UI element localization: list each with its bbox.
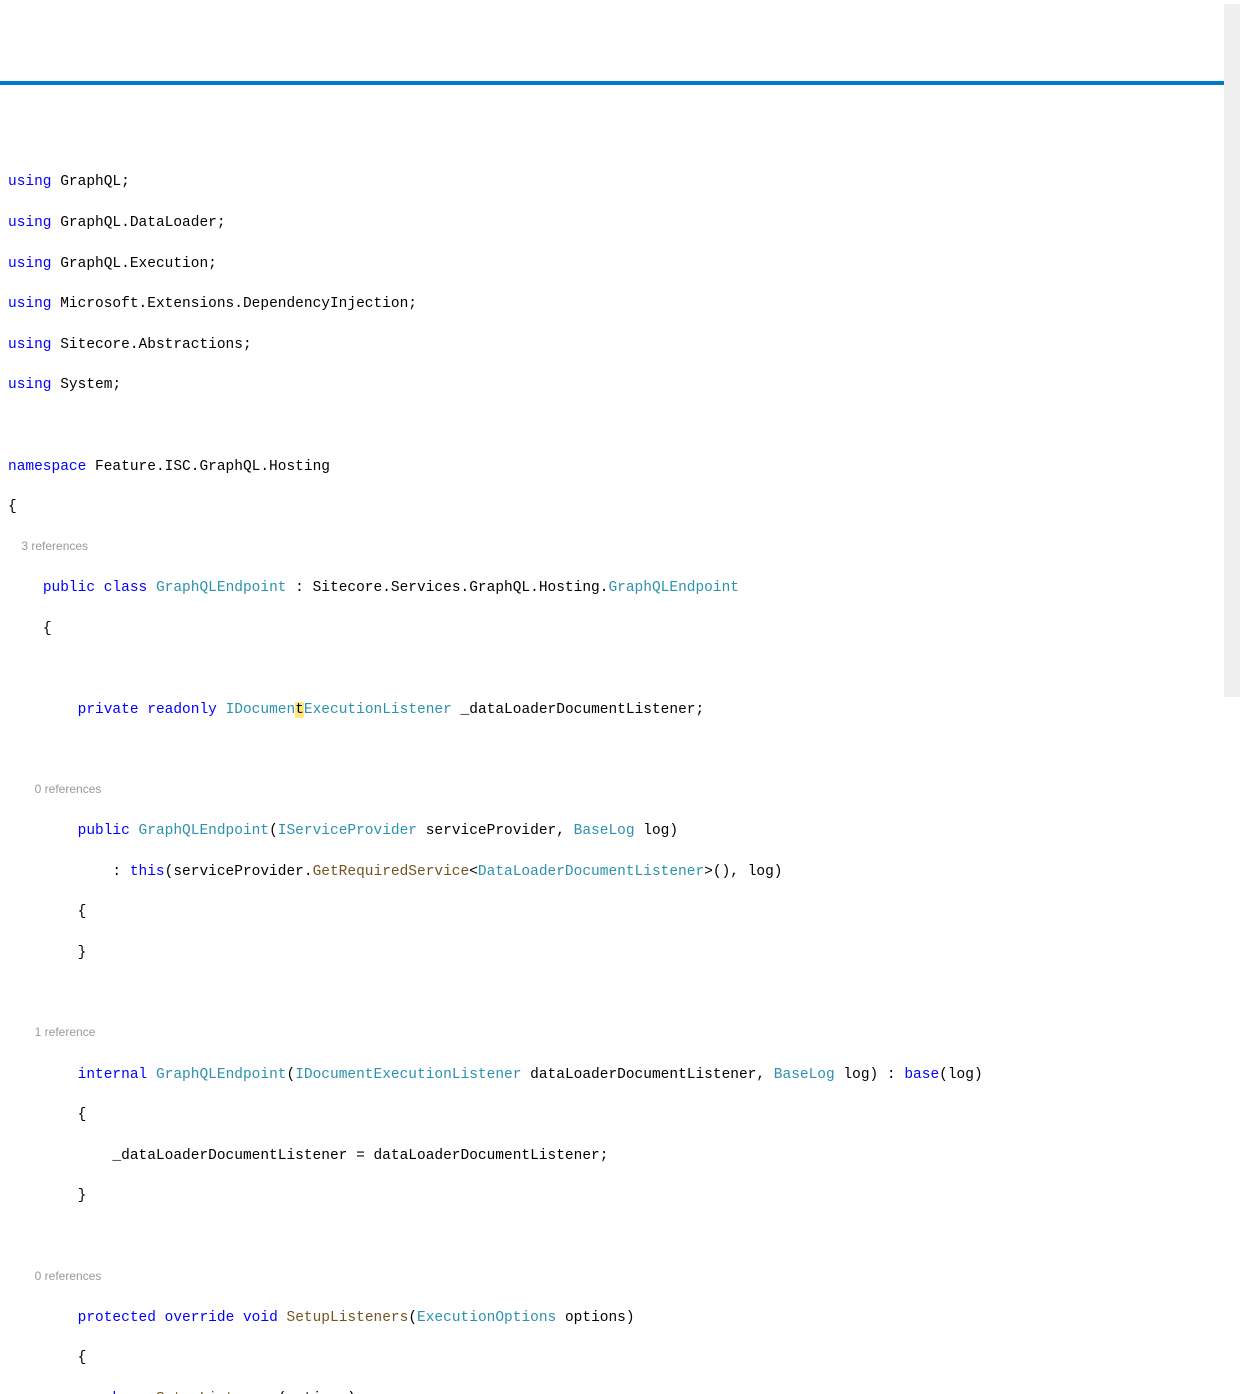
type-arg: DataLoaderDocumentListener <box>478 864 704 880</box>
blank-line <box>8 740 1240 760</box>
keyword-private: private <box>78 702 139 718</box>
namespace-name: Feature.ISC.GraphQL.Hosting <box>95 459 330 475</box>
type-ref: IDocumen <box>226 702 296 718</box>
code-line[interactable]: namespace Feature.ISC.GraphQL.Hosting <box>8 457 1240 477</box>
blank-line <box>8 1227 1240 1247</box>
namespace-ref: GraphQL <box>60 174 121 190</box>
code-line[interactable]: internal GraphQLEndpoint(IDocumentExecut… <box>8 1065 1240 1085</box>
codelens-references[interactable]: 0 references <box>8 781 1240 801</box>
type-ref: BaseLog <box>574 823 635 839</box>
blank-line <box>8 984 1240 1004</box>
param-name: dataLoaderDocumentListener <box>530 1067 756 1083</box>
keyword-using: using <box>8 377 52 393</box>
namespace-ref: System <box>60 377 112 393</box>
code-line[interactable]: private readonly IDocumentExecutionListe… <box>8 700 1240 720</box>
code-line[interactable]: { <box>8 619 1240 639</box>
code-line[interactable]: protected override void SetupListeners(E… <box>8 1308 1240 1328</box>
method-name: SetupListeners <box>287 1310 409 1326</box>
keyword-using: using <box>8 174 52 190</box>
code-line[interactable]: using Sitecore.Abstractions; <box>8 335 1240 355</box>
keyword-this: this <box>130 864 165 880</box>
param-ref: log <box>748 864 774 880</box>
code-line[interactable]: public class GraphQLEndpoint : Sitecore.… <box>8 578 1240 598</box>
code-line[interactable]: using System; <box>8 375 1240 395</box>
type-ref: IServiceProvider <box>278 823 417 839</box>
code-line[interactable]: public GraphQLEndpoint(IServiceProvider … <box>8 821 1240 841</box>
window-top-accent <box>0 81 1240 85</box>
param-ref: serviceProvider <box>173 864 304 880</box>
namespace-ref: GraphQL <box>60 215 121 231</box>
code-line[interactable]: } <box>8 1186 1240 1206</box>
blank-line <box>8 416 1240 436</box>
keyword-public: public <box>43 580 95 596</box>
param-name: log <box>643 823 669 839</box>
namespace-ref: Sitecore <box>60 337 130 353</box>
code-line[interactable]: } <box>8 943 1240 963</box>
code-line[interactable]: { <box>8 902 1240 922</box>
namespace-ref: GraphQL <box>60 256 121 272</box>
code-line[interactable]: using Microsoft.Extensions.DependencyInj… <box>8 294 1240 314</box>
keyword-public: public <box>78 823 130 839</box>
code-editor[interactable]: using GraphQL; using GraphQL.DataLoader;… <box>0 146 1240 1394</box>
codelens-references[interactable]: 0 references <box>8 1268 1240 1288</box>
keyword-protected: protected <box>78 1310 156 1326</box>
type-ref: ExecutionListener <box>304 702 452 718</box>
code-line[interactable]: using GraphQL.DataLoader; <box>8 213 1240 233</box>
keyword-void: void <box>243 1310 278 1326</box>
search-highlight: t <box>295 702 304 718</box>
keyword-override: override <box>165 1310 235 1326</box>
blank-line <box>8 659 1240 679</box>
constructor-name: GraphQLEndpoint <box>139 823 270 839</box>
method-call: SetupListeners <box>156 1391 278 1394</box>
code-line[interactable]: { <box>8 497 1240 517</box>
code-line[interactable]: using GraphQL; <box>8 172 1240 192</box>
keyword-base: base <box>904 1067 939 1083</box>
base-class-ns: Sitecore.Services.GraphQL.Hosting. <box>313 580 609 596</box>
code-line[interactable]: { <box>8 1105 1240 1125</box>
field-ref: _dataLoaderDocumentListener <box>112 1148 347 1164</box>
keyword-base: base <box>112 1391 147 1394</box>
field-name: _dataLoaderDocumentListener <box>461 702 696 718</box>
param-ref: options <box>286 1391 347 1394</box>
code-line[interactable]: base.SetupListeners(options); <box>8 1389 1240 1394</box>
param-name: log <box>843 1067 869 1083</box>
param-ref: log <box>948 1067 974 1083</box>
keyword-internal: internal <box>78 1067 148 1083</box>
keyword-using: using <box>8 215 52 231</box>
method-call: GetRequiredService <box>313 864 470 880</box>
type-ref: IDocumentExecutionListener <box>295 1067 521 1083</box>
base-class-name: GraphQLEndpoint <box>608 580 739 596</box>
code-line[interactable]: : this(serviceProvider.GetRequiredServic… <box>8 862 1240 882</box>
keyword-using: using <box>8 337 52 353</box>
class-name: GraphQLEndpoint <box>156 580 287 596</box>
type-ref: ExecutionOptions <box>417 1310 556 1326</box>
keyword-using: using <box>8 256 52 272</box>
keyword-class: class <box>104 580 148 596</box>
namespace-ref: Microsoft <box>60 296 138 312</box>
param-name: serviceProvider <box>426 823 557 839</box>
code-line[interactable]: { <box>8 1348 1240 1368</box>
codelens-references[interactable]: 1 reference <box>8 1024 1240 1044</box>
constructor-name: GraphQLEndpoint <box>156 1067 287 1083</box>
type-ref: BaseLog <box>774 1067 835 1083</box>
code-line[interactable]: using GraphQL.Execution; <box>8 254 1240 274</box>
keyword-namespace: namespace <box>8 459 86 475</box>
keyword-using: using <box>8 296 52 312</box>
param-ref: dataLoaderDocumentListener <box>373 1148 599 1164</box>
code-line[interactable]: _dataLoaderDocumentListener = dataLoader… <box>8 1146 1240 1166</box>
codelens-references[interactable]: 3 references <box>8 538 1240 558</box>
keyword-readonly: readonly <box>147 702 217 718</box>
param-name: options <box>565 1310 626 1326</box>
